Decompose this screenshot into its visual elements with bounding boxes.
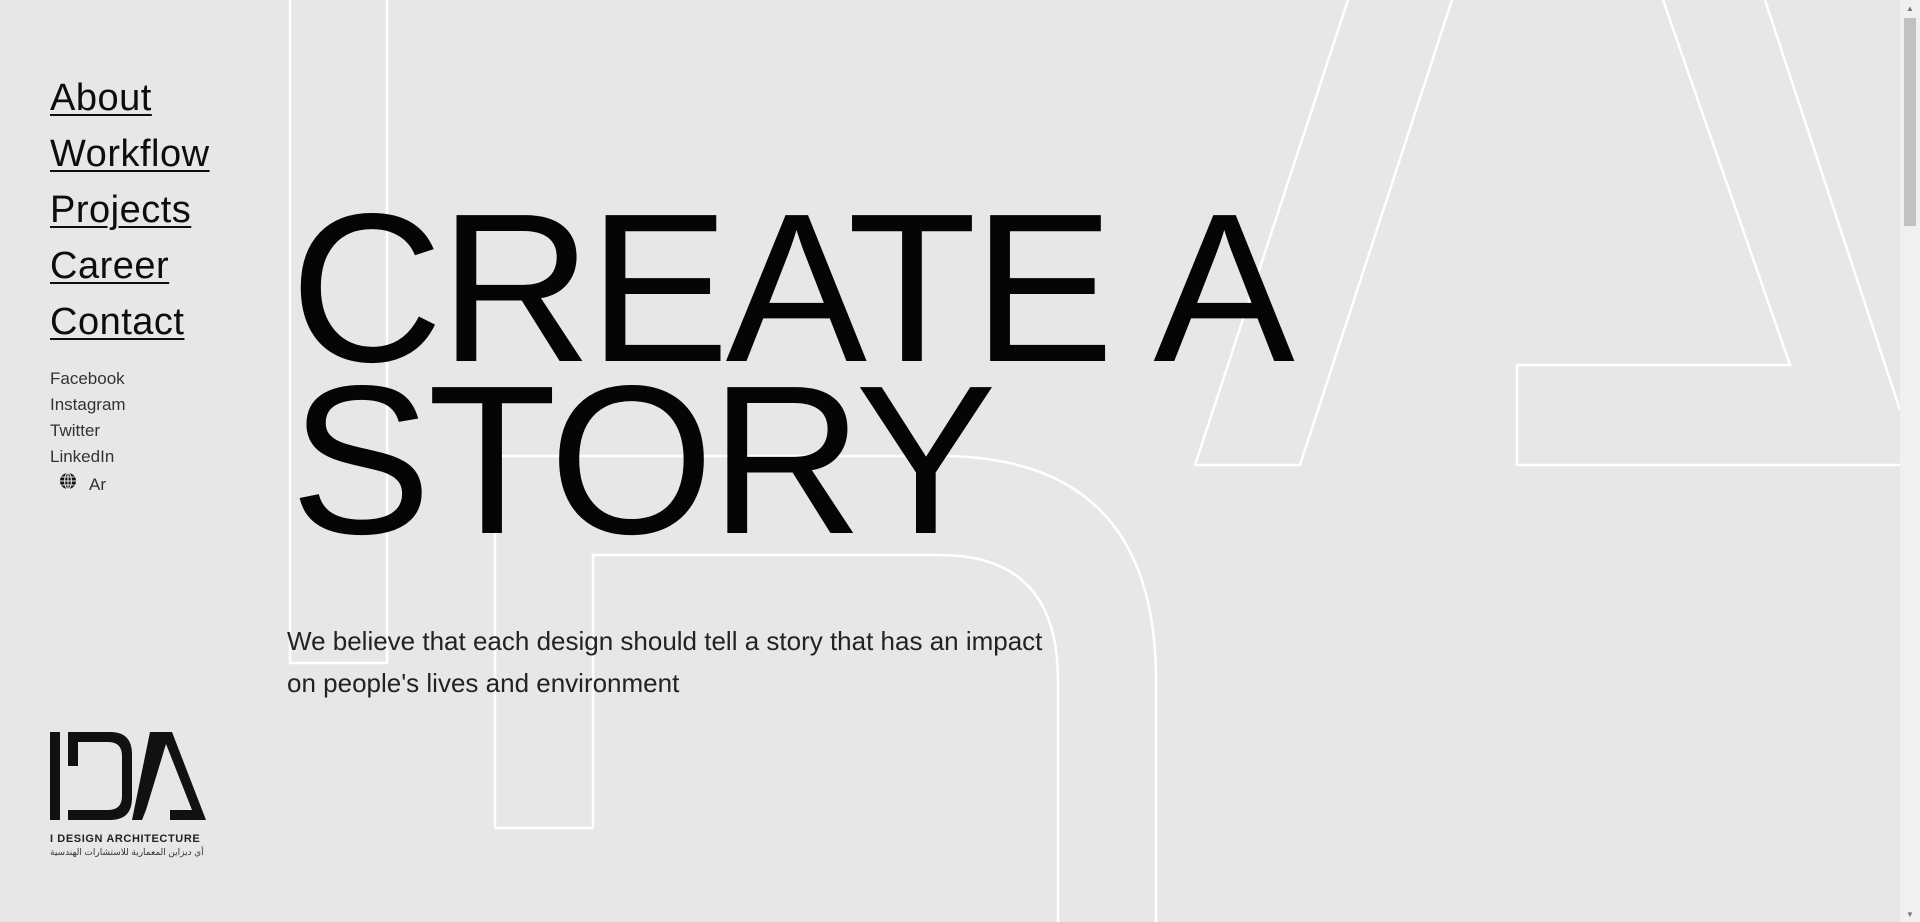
scroll-up-arrow-icon[interactable]: ▲ [1900,0,1920,16]
hero-title: CREATE A STORY [290,182,1295,566]
nav-item-projects[interactable]: Projects [50,182,210,238]
social-links: Facebook Instagram Twitter LinkedIn Ar [50,366,126,498]
main-nav: About Workflow Projects Career Contact [50,70,210,350]
language-switch[interactable]: Ar [59,472,126,498]
nav-item-about[interactable]: About [50,70,210,126]
scrollbar-thumb[interactable] [1904,18,1916,226]
logo-name-en: I DESIGN ARCHITECTURE [50,833,201,845]
social-link-twitter[interactable]: Twitter [50,418,126,444]
social-link-facebook[interactable]: Facebook [50,366,126,392]
social-link-linkedin[interactable]: LinkedIn [50,444,126,470]
company-logo[interactable]: I DESIGN ARCHITECTURE أي ديزاين المعماري… [50,730,206,858]
nav-item-contact[interactable]: Contact [50,294,210,350]
social-link-instagram[interactable]: Instagram [50,392,126,418]
logo-name-ar: أي ديزاين المعمارية للاستشارات الهندسية [50,847,204,857]
globe-icon [59,472,77,498]
scroll-down-arrow-icon[interactable]: ▼ [1900,906,1920,922]
hero-tagline: We believe that each design should tell … [287,626,1043,698]
nav-item-career[interactable]: Career [50,238,210,294]
ida-logo-mark [50,732,206,820]
language-label: Ar [89,475,106,494]
vertical-scrollbar[interactable]: ▲ ▼ [1900,0,1920,922]
nav-item-workflow[interactable]: Workflow [50,126,210,182]
